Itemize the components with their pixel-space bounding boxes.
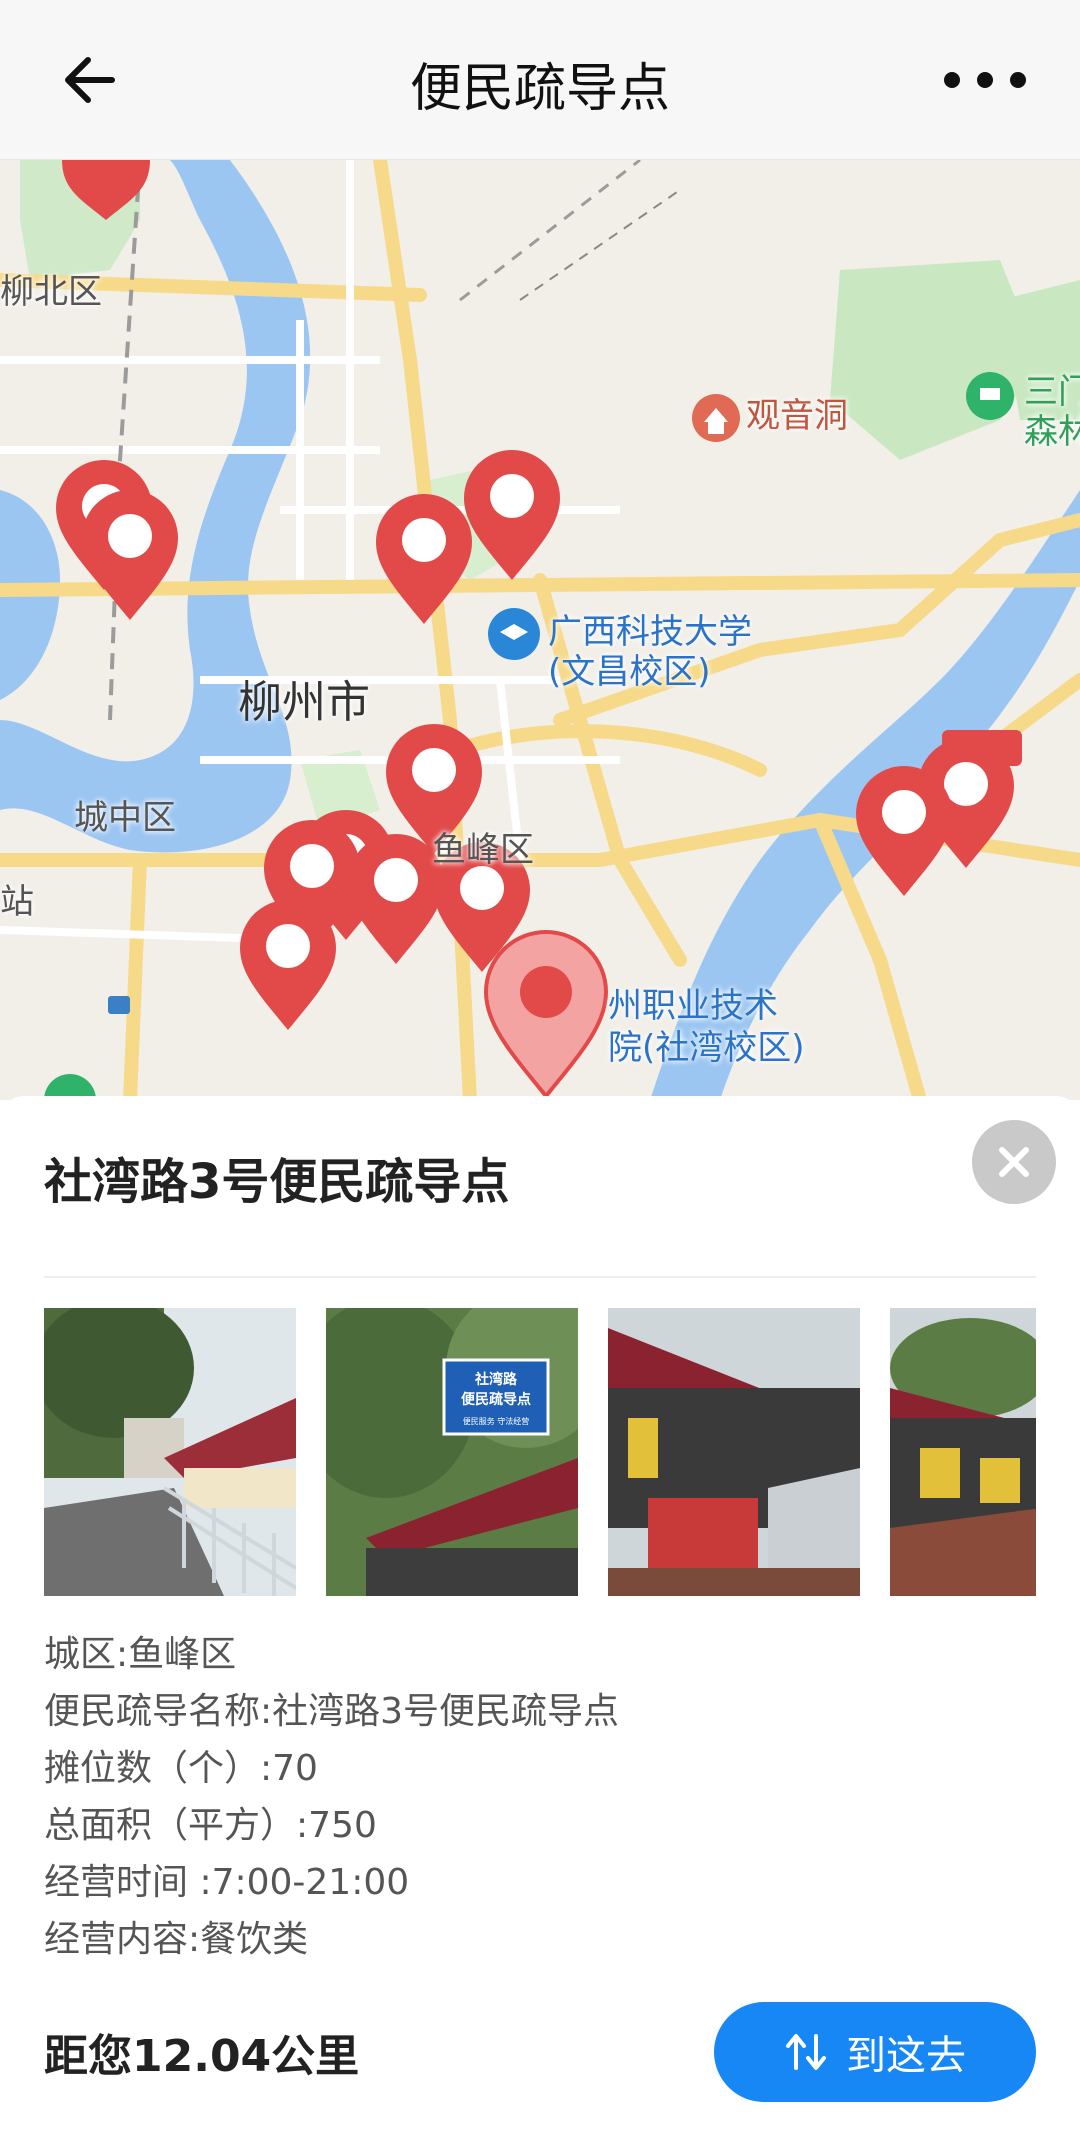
photo-stalls-row[interactable] <box>890 1308 1036 1596</box>
map-label-university-campus: (文昌校区) <box>548 652 711 692</box>
map-canvas <box>0 160 1080 1100</box>
route-icon <box>786 2034 826 2070</box>
photo-gallery[interactable]: 社湾路 便民疏导点 便民服务 守法经营 <box>44 1308 1036 1596</box>
navigate-button[interactable]: 到这去 <box>714 2002 1036 2102</box>
map-label-guanyindong: 观音洞 <box>746 396 848 436</box>
distance-text: 距您12.04公里 <box>44 2031 360 2082</box>
sign-text-1: 社湾路 <box>474 1371 518 1388</box>
info-stalls: 摊位数（个）:70 <box>44 1748 318 1789</box>
poi-bus-icon <box>108 996 130 1014</box>
map-label-yufeng: 鱼峰区 <box>432 830 534 870</box>
page-title: 便民疏导点 <box>409 59 670 119</box>
info-district: 城区:鱼峰区 <box>44 1634 237 1675</box>
detail-info: 城区:鱼峰区 便民疏导名称:社湾路3号便民疏导点 摊位数（个）:70 总面积（平… <box>44 1626 619 1968</box>
poi-temple-icon <box>692 394 740 442</box>
map-label-chengzhong: 城中区 <box>74 798 176 838</box>
close-icon[interactable] <box>972 1120 1056 1204</box>
photo-street[interactable] <box>44 1308 296 1596</box>
sign-text-2: 便民疏导点 <box>461 1391 531 1408</box>
poi-park-icon <box>966 372 1014 420</box>
info-name: 便民疏导名称:社湾路3号便民疏导点 <box>44 1691 620 1732</box>
detail-sheet: 社湾路3号便民疏导点 社湾路 便民疏导点 便民服务 守法经营 城区:鱼峰区 便民… <box>0 1096 1080 2137</box>
map-label-liubei: 柳北区 <box>0 272 102 312</box>
map-label-sanmen-2: 森林 <box>1024 412 1080 452</box>
photo-sign[interactable]: 社湾路 便民疏导点 便民服务 守法经营 <box>326 1308 578 1596</box>
divider <box>44 1276 1036 1278</box>
more-dots-icon[interactable] <box>930 48 1040 112</box>
info-hours: 经营时间 :7:00-21:00 <box>44 1862 410 1903</box>
map-label-city: 柳州市 <box>238 677 370 728</box>
info-area: 总面积（平方）:750 <box>44 1805 377 1846</box>
poi-school-icon <box>488 608 540 660</box>
detail-title: 社湾路3号便民疏导点 <box>44 1154 510 1210</box>
info-content: 经营内容:餐饮类 <box>44 1919 309 1960</box>
navigate-button-label: 到这去 <box>846 2033 966 2079</box>
map-label-station: 站 <box>0 882 34 922</box>
map-label-college-campus: 院(社湾校区) <box>608 1028 805 1068</box>
selected-marker <box>483 930 609 1100</box>
map-view[interactable]: 柳北区 观音洞 三门 森林 广西科技大学 (文昌校区) 柳州市 城中区 鱼峰区 … <box>0 160 1080 1100</box>
photo-stalls[interactable] <box>608 1308 860 1596</box>
sign-text-3: 便民服务 守法经营 <box>463 1416 530 1426</box>
top-bar: 便民疏导点 <box>0 0 1080 160</box>
